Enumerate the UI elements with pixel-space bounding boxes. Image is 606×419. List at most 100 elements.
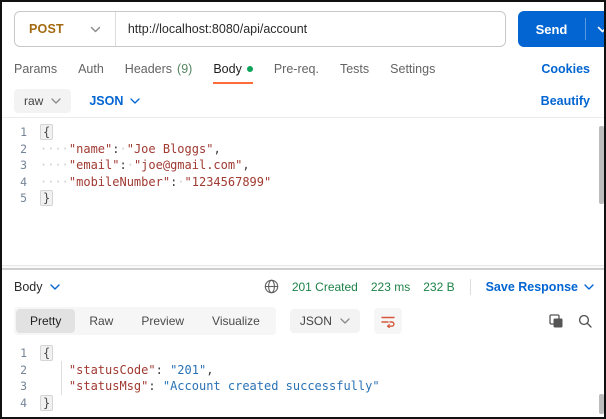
response-language-dropdown[interactable]: JSON [289,309,360,333]
line-number: 2 [20,141,27,156]
chevron-down-icon [90,26,101,33]
tab-auth[interactable]: Auth [78,53,104,84]
tab-body[interactable]: Body [213,53,253,84]
code-line: 2 ····"name":·"Joe Bloggs", [2,141,604,158]
tab-count-badge: (9) [177,61,193,76]
response-editor-scrollbar[interactable] [599,394,604,414]
method-url-container: POST [14,11,506,47]
copy-icon[interactable] [549,314,563,328]
tab-label: Settings [390,61,436,76]
response-toolbar: Pretty Raw Preview Visualize JSON [2,303,604,339]
send-options-chevron-icon[interactable] [586,11,604,47]
response-view-raw[interactable]: Raw [75,309,127,333]
save-response-label: Save Response [485,279,578,294]
chevron-down-icon [584,283,594,290]
code-line: 3 "statusMsg": "Account created successf… [2,378,604,395]
search-icon[interactable] [578,314,592,328]
cookies-link[interactable]: Cookies [541,62,590,76]
code-content: } [40,394,54,412]
code-content: { [40,345,54,362]
code-line: 3 ····"email":·"joe@gmail.com", [2,157,604,174]
indent-guide [61,361,62,395]
body-language-dropdown[interactable]: JSON [89,93,141,108]
meta-divider [469,278,471,295]
code-content: ····"mobileNumber":·"1234567899" [40,174,272,189]
line-number: 4 [20,174,27,189]
line-number: 1 [20,125,27,139]
line-number: 4 [20,395,27,410]
chevron-down-icon [51,97,61,104]
response-body-label: Body [14,279,43,294]
tab-tests[interactable]: Tests [340,53,369,84]
request-url-row: POST Send [14,10,604,48]
tab-label: Headers [124,61,173,76]
fold-marker: { [40,345,54,361]
response-language-label: JSON [299,314,332,328]
tab-settings[interactable]: Settings [390,53,435,84]
tab-label: Params [14,61,58,76]
code-line: 4} [2,394,604,412]
response-body-dropdown[interactable]: Body [14,280,60,294]
code-content: "statusMsg": "Account created successful… [68,379,380,393]
beautify-link[interactable]: Beautify [541,94,590,108]
code-content: "statusCode": "201", [68,362,214,377]
tab-pre-req[interactable]: Pre-req. [274,53,319,84]
line-number: 2 [20,362,27,377]
line-number: 3 [20,379,27,393]
request-editor-scrollbar[interactable] [599,126,604,204]
code-content: ····"email":·"joe@gmail.com", [40,158,250,172]
method-selector[interactable]: POST [15,12,115,46]
code-line: 4 ····"mobileNumber":·"1234567899" [2,174,604,191]
response-view-pretty[interactable]: Pretty [16,309,76,333]
word-wrap-button[interactable] [373,308,402,334]
response-actions [549,314,592,328]
response-header: Body 201 Created 223 ms 232 B Save Respo… [2,270,604,303]
response-size: 232 B [423,279,455,294]
fold-marker: } [40,394,54,411]
code-line: 2 "statusCode": "201", [2,362,604,379]
body-mode-label: raw [24,93,44,108]
save-response-button[interactable]: Save Response [486,280,594,294]
tab-label: Auth [78,61,104,76]
body-mode-row: raw JSON Beautify [2,84,604,118]
network-globe-icon [264,279,279,294]
app-window: POST Send Params Auth Headers (9) Body Pre-re… [0,0,606,419]
body-mode-dropdown[interactable]: raw [14,88,72,113]
line-number: 1 [20,346,27,360]
code-line: 1{ [2,345,604,362]
response-view-preview[interactable]: Preview [127,309,198,333]
body-language-label: JSON [89,93,124,108]
tab-params[interactable]: Params [14,53,57,84]
code-content: } [40,190,54,207]
fold-marker: { [40,124,54,140]
code-content: { [40,124,54,141]
chevron-down-icon [340,318,350,324]
send-button[interactable]: Send [518,11,604,47]
code-content: ····"name":·"Joe Bloggs", [40,141,221,156]
chevron-down-icon [130,97,141,104]
line-number: 5 [20,191,27,205]
fold-marker: } [40,190,54,206]
response-time: 223 ms [370,279,411,294]
tab-label: Tests [339,61,370,76]
code-line: 1{ [2,124,604,141]
unsaved-body-dot [246,65,253,72]
response-status-badge: 201 Created [291,279,358,294]
url-input[interactable] [115,22,505,36]
tab-label: Body [213,61,242,76]
response-body-viewer[interactable]: 1{2 "statusCode": "201", 3 "statusMsg": "… [2,339,604,417]
request-tabs: Params Auth Headers (9) Body Pre-req. Tests Set… [14,53,541,84]
method-label: POST [29,22,64,36]
word-wrap-icon [381,315,395,328]
tab-headers[interactable]: Headers (9) [125,53,193,84]
line-number: 3 [20,158,27,172]
request-tabs-row: Params Auth Headers (9) Body Pre-req. Tests Set… [2,53,604,84]
response-meta: 201 Created 223 ms 232 B Save Response [264,278,594,295]
tab-label: Pre-req. [273,61,319,76]
send-button-label: Send [535,21,568,37]
request-body-editor[interactable]: 1{2 ····"name":·"Joe Bloggs", 3 ····"email"… [2,118,604,265]
response-view-tabs: Pretty Raw Preview Visualize [14,307,276,335]
response-view-visualize[interactable]: Visualize [198,309,274,333]
code-line: 5} [2,190,604,207]
chevron-down-icon [49,283,60,290]
